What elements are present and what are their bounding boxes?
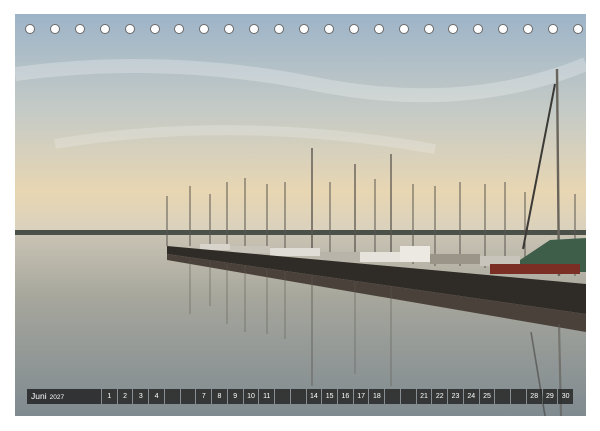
- day-cell: [495, 389, 511, 404]
- day-cell: 18: [369, 389, 385, 404]
- day-cell: [400, 389, 416, 404]
- binding-ring: [448, 24, 459, 34]
- binding-ring: [323, 24, 334, 34]
- year-label: 2027: [49, 394, 65, 401]
- binding-ring: [373, 24, 384, 34]
- binding-ring: [473, 24, 484, 34]
- binding-ring: [498, 24, 509, 34]
- day-cell: 15: [322, 389, 338, 404]
- day-cell: 9: [227, 389, 243, 404]
- day-cell: 28: [526, 389, 542, 404]
- day-cell: 8: [212, 389, 227, 404]
- month-label: Juni 2027: [27, 389, 101, 404]
- binding-ring: [224, 24, 235, 34]
- binding-ring: [548, 24, 559, 34]
- day-cell: [290, 389, 306, 404]
- day-cells: 1 2 3 4 7 8 9 10 11 14 15 16 17 18 21 22 23 24 25 28 29 30: [101, 389, 574, 404]
- day-cell: 21: [416, 389, 432, 404]
- calendar-bar: Juni 2027 1 2 3 4 7 8 9 10 11 14 15 16 17 18 21 22 23 24 25…: [27, 389, 574, 404]
- day-cell: [164, 389, 180, 404]
- day-cell: 3: [133, 389, 149, 404]
- binding-ring: [74, 24, 85, 34]
- day-cell: 29: [542, 389, 558, 404]
- harbor-scene: [15, 14, 586, 416]
- day-cell: 24: [463, 389, 479, 404]
- binding-ring: [299, 24, 309, 34]
- binding-ring: [124, 24, 135, 34]
- sky: [15, 14, 586, 236]
- binding-rings: [18, 24, 583, 40]
- day-cell: 2: [117, 389, 133, 404]
- day-cell: 7: [196, 389, 212, 404]
- day-cell: 23: [448, 389, 463, 404]
- far-shoreline: [15, 230, 586, 235]
- day-cell: [275, 389, 290, 404]
- day-cell: 22: [432, 389, 448, 404]
- binding-ring: [523, 24, 534, 34]
- day-cell: 4: [149, 389, 164, 404]
- day-cell: 30: [558, 389, 574, 404]
- binding-ring: [398, 24, 409, 34]
- binding-ring: [274, 24, 285, 34]
- binding-ring: [348, 24, 359, 34]
- day-cell: 25: [479, 389, 495, 404]
- binding-ring: [49, 24, 60, 34]
- day-cell: 17: [353, 389, 369, 404]
- binding-ring: [423, 24, 434, 34]
- day-cell: [385, 389, 400, 404]
- day-cell: 1: [102, 389, 117, 404]
- binding-ring: [249, 24, 260, 34]
- day-cell: [180, 389, 196, 404]
- binding-ring: [199, 24, 210, 34]
- binding-ring: [149, 24, 160, 34]
- month-name: Juni: [31, 391, 47, 401]
- binding-ring: [174, 24, 185, 34]
- day-cell: 14: [306, 389, 322, 404]
- day-cell: [511, 389, 526, 404]
- harbor-photo: [15, 14, 586, 416]
- calendar-page: Juni 2027 1 2 3 4 7 8 9 10 11 14 15 16 17 18 21 22 23 24 25…: [0, 0, 600, 431]
- day-cell: 11: [259, 389, 275, 404]
- day-cell: 10: [243, 389, 259, 404]
- day-cell: 16: [338, 389, 353, 404]
- binding-ring: [573, 24, 583, 34]
- binding-ring: [25, 24, 35, 34]
- binding-ring: [99, 24, 110, 34]
